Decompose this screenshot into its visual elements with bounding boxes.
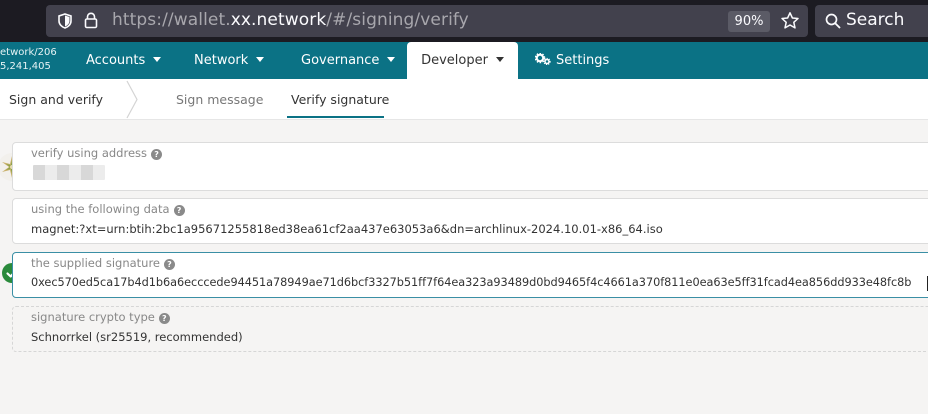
caret-down-icon: [153, 57, 162, 62]
nav-settings-label: Settings: [556, 53, 610, 68]
block-number: 5,241,405: [0, 61, 51, 72]
caret-down-icon: [495, 57, 504, 62]
help-icon[interactable]: ?: [151, 149, 163, 160]
lock-icon[interactable]: [84, 12, 98, 29]
address-field-label: verify using address?: [31, 146, 163, 160]
nav-governance-label: Governance: [301, 53, 380, 68]
search-label: Search: [846, 10, 905, 30]
chain-info[interactable]: etwork/206 5,241,405: [0, 46, 57, 74]
blurred-address-value: [33, 165, 105, 180]
data-field-label: using the following data?: [31, 202, 185, 216]
address-bar[interactable]: https://wallet.xx.network/#/signing/veri…: [46, 5, 808, 37]
help-icon[interactable]: ?: [158, 313, 170, 324]
caret-down-icon: [387, 57, 396, 62]
active-tab-indicator: [287, 116, 384, 118]
nav-governance[interactable]: Governance: [301, 42, 396, 79]
chevron-right-icon: [126, 80, 138, 119]
signature-field-label: the supplied signature?: [31, 256, 175, 270]
zoom-level-badge[interactable]: 90%: [728, 11, 770, 32]
help-icon[interactable]: ?: [173, 205, 185, 216]
sub-nav: Sign and verify Sign message Verify sign…: [0, 79, 928, 120]
address-field[interactable]: verify using address?: [12, 142, 928, 191]
bookmark-star-icon[interactable]: [780, 11, 800, 31]
nav-accounts[interactable]: Accounts: [86, 42, 162, 79]
crypto-type-field: signature crypto type? Schnorrkel (sr255…: [12, 306, 928, 352]
tab-sign-message[interactable]: Sign message: [176, 92, 263, 107]
signature-input[interactable]: 0xec570ed5ca17b4d1b6a6ecccede94451a78949…: [31, 276, 911, 289]
browser-search-box[interactable]: Search: [815, 5, 928, 37]
nav-network[interactable]: Network: [194, 42, 265, 79]
section-title: Sign and verify: [9, 92, 104, 107]
nav-accounts-label: Accounts: [86, 53, 146, 68]
nav-developer[interactable]: Developer: [407, 42, 518, 79]
nav-developer-label: Developer: [421, 53, 488, 68]
gears-icon: [535, 53, 551, 65]
chain-name: etwork/206: [0, 47, 57, 58]
browser-toolbar: https://wallet.xx.network/#/signing/veri…: [0, 0, 928, 42]
help-icon[interactable]: ?: [164, 259, 175, 270]
shield-icon[interactable]: [58, 13, 72, 29]
caret-down-icon: [256, 57, 265, 62]
url-text[interactable]: https://wallet.xx.network/#/signing/veri…: [112, 10, 469, 30]
crypto-type-value: Schnorrkel (sr25519, recommended): [31, 330, 243, 344]
signature-field[interactable]: the supplied signature? 0xec570ed5ca17b4…: [12, 252, 928, 298]
main-nav: etwork/206 5,241,405 Accounts Network Go…: [0, 42, 928, 79]
tab-verify-signature[interactable]: Verify signature: [291, 92, 389, 107]
data-input[interactable]: magnet:?xt=urn:btih:2bc1a95671255818ed38…: [31, 222, 663, 236]
nav-settings[interactable]: Settings: [535, 42, 609, 79]
crypto-type-label: signature crypto type?: [31, 310, 170, 324]
data-field[interactable]: using the following data? magnet:?xt=urn…: [12, 198, 928, 244]
nav-network-label: Network: [194, 53, 249, 68]
search-icon: [825, 13, 841, 29]
